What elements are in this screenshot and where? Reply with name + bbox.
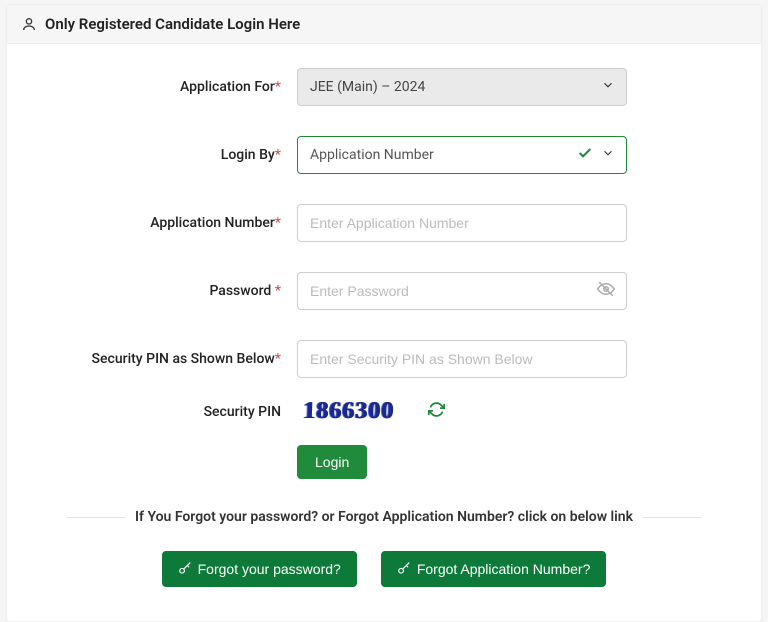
login-button[interactable]: Login xyxy=(297,445,367,479)
label-application-for: Application For* xyxy=(67,79,297,95)
forgot-app-number-button[interactable]: Forgot Application Number? xyxy=(381,551,607,587)
captcha-image: 1866300 xyxy=(296,396,400,427)
row-application-for: Application For* JEE (Main) – 2024 xyxy=(67,68,701,106)
card-header: Only Registered Candidate Login Here xyxy=(7,5,761,44)
eye-off-icon[interactable] xyxy=(597,280,615,302)
password-input[interactable] xyxy=(297,272,627,310)
forgot-password-button[interactable]: Forgot your password? xyxy=(162,551,357,587)
card-title: Only Registered Candidate Login Here xyxy=(45,15,300,33)
label-security-pin: Security PIN xyxy=(67,404,297,420)
help-divider: If You Forgot your password? or Forgot A… xyxy=(67,509,701,525)
label-password: Password * xyxy=(67,283,297,299)
login-card: Only Registered Candidate Login Here App… xyxy=(6,4,762,622)
label-security-pin-input: Security PIN as Shown Below* xyxy=(67,351,297,367)
application-number-input[interactable] xyxy=(297,204,627,242)
person-icon xyxy=(21,16,37,32)
key-icon xyxy=(397,562,411,576)
chevron-down-icon xyxy=(601,146,615,164)
row-password: Password * xyxy=(67,272,701,310)
refresh-icon[interactable] xyxy=(428,401,445,423)
security-pin-input[interactable] xyxy=(297,340,627,378)
card-body: Application For* JEE (Main) – 2024 Login… xyxy=(7,44,761,621)
row-security-pin-input: Security PIN as Shown Below* xyxy=(67,340,701,378)
row-login-by: Login By* Application Number xyxy=(67,136,701,174)
check-icon xyxy=(577,145,593,165)
row-login-button: Login xyxy=(67,445,701,479)
row-application-number: Application Number* xyxy=(67,204,701,242)
footer-buttons: Forgot your password? Forgot Application… xyxy=(67,551,701,611)
help-text: If You Forgot your password? or Forgot A… xyxy=(125,509,643,525)
select-application-for[interactable]: JEE (Main) – 2024 xyxy=(297,68,627,106)
label-application-number: Application Number* xyxy=(67,215,297,231)
key-icon xyxy=(178,562,192,576)
row-security-pin: Security PIN 1866300 xyxy=(67,396,701,427)
chevron-down-icon xyxy=(601,78,615,96)
label-login-by: Login By* xyxy=(67,147,297,163)
